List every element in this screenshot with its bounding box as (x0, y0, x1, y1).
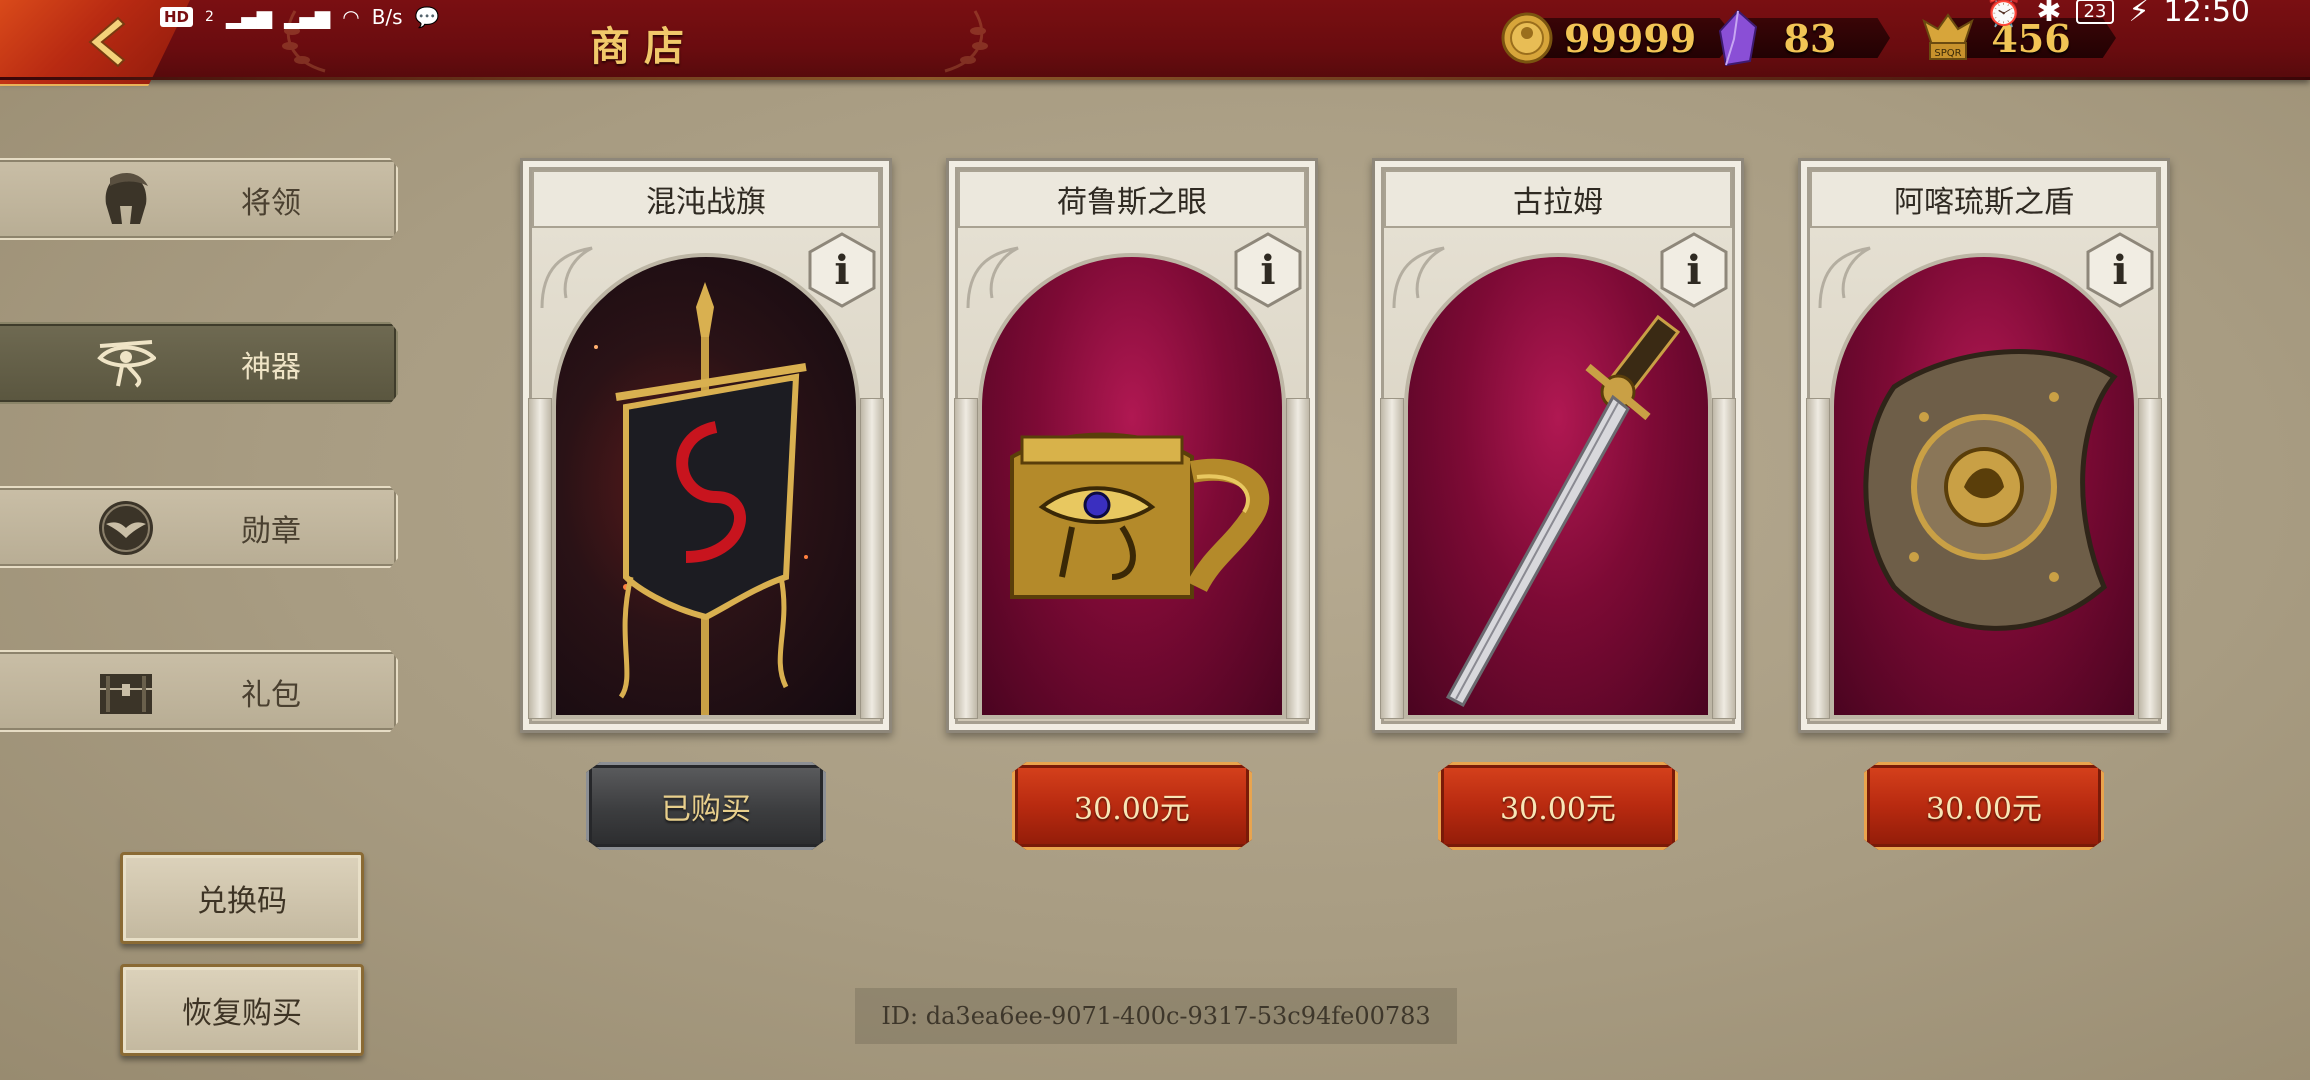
signal-icon: ▂▄▆ (284, 5, 331, 29)
item-card[interactable]: 混沌战旗 i (520, 158, 892, 733)
top-bar: HD 2 ▂▄▆ ▂▄▆ ◠ B/s 💬 商店 99999 83 SPQR 45… (0, 0, 2310, 86)
restore-purchase-button[interactable]: 恢复购买 (120, 964, 364, 1056)
user-id-label: ID: da3ea6ee-9071-400c-9317-53c94fe00783 (855, 988, 1457, 1044)
svg-text:SPQR: SPQR (1934, 48, 1961, 59)
tab-label: 勋章 (241, 514, 301, 549)
gladius-sword-icon (1445, 314, 1681, 708)
battery-indicator: 23 (2075, 0, 2115, 24)
chevron-left-icon (88, 16, 126, 68)
item-image (978, 253, 1286, 719)
buy-button[interactable]: 30.00元 (1864, 762, 2104, 850)
item-card[interactable]: 荷鲁斯之眼 i (946, 158, 1318, 733)
eagle-medal-icon (99, 501, 153, 555)
chaos-banner-icon (594, 282, 808, 715)
signal-icon: ▂▄▆ (225, 5, 273, 29)
info-icon[interactable]: i (1232, 230, 1304, 310)
item-image (1404, 253, 1712, 719)
tab-label: 神器 (241, 350, 301, 385)
eye-of-horus-icon (97, 340, 156, 388)
achilles-shield-icon (1863, 349, 2118, 631)
message-icon: 💬 (414, 5, 440, 29)
charging-icon: ⚡ (2128, 0, 2150, 29)
crystal-amount: 83 (1783, 15, 1837, 61)
purchased-button[interactable]: 已购买 (586, 762, 826, 850)
page-title: 商店 (590, 23, 698, 70)
wifi-icon: ◠ (342, 5, 360, 29)
scroll-ornament-icon (1392, 246, 1445, 309)
status-bar-overlay: HD 2 ▂▄▆ ▂▄▆ ◠ B/s 💬 (160, 0, 440, 34)
clock: 12:50 (2163, 0, 2250, 29)
tab-medals[interactable]: 勋章 (0, 486, 398, 568)
svg-text:i: i (834, 247, 849, 294)
crystal-counter[interactable]: 83 (1716, 9, 1890, 67)
tab-packs[interactable]: 礼包 (0, 650, 398, 732)
item-name: 古拉姆 (1384, 170, 1732, 228)
scroll-ornament-icon (966, 246, 1019, 309)
item-card[interactable]: 阿喀琉斯之盾 i (1798, 158, 2170, 733)
info-icon[interactable]: i (1658, 230, 1730, 310)
item-name: 阿喀琉斯之盾 (1810, 170, 2158, 228)
system-status: ⏰ ✱ 23 ⚡ 12:50 (1985, 0, 2250, 29)
spqr-eagle-icon: SPQR (1922, 13, 1974, 60)
svg-text:i: i (2112, 247, 2127, 294)
item-image (1830, 253, 2138, 719)
crystal-icon (1718, 9, 1758, 67)
hd-badge: HD (160, 7, 194, 27)
gold-amount: 99999 (1564, 15, 1697, 61)
item-name: 荷鲁斯之眼 (958, 170, 1306, 228)
gold-coin-icon (1501, 12, 1553, 64)
bluetooth-icon: ✱ (2036, 0, 2062, 29)
svg-text:i: i (1686, 247, 1701, 294)
tab-label: 礼包 (241, 678, 301, 713)
alarm-icon: ⏰ (1985, 0, 2023, 29)
spartan-helmet-icon (105, 172, 148, 224)
buy-button[interactable]: 30.00元 (1438, 762, 1678, 850)
tab-generals[interactable]: 将领 (0, 158, 398, 240)
treasure-chest-icon (100, 674, 152, 714)
tab-artifacts[interactable]: 神器 (0, 322, 398, 404)
buy-button[interactable]: 30.00元 (1012, 762, 1252, 850)
item-card[interactable]: 古拉姆 i (1372, 158, 1744, 733)
tab-label: 将领 (241, 186, 301, 221)
gold-counter[interactable]: 99999 (1500, 12, 1737, 64)
sim-indicator: 2 (205, 9, 214, 25)
scroll-ornament-icon (540, 246, 593, 309)
redeem-code-button[interactable]: 兑换码 (120, 852, 364, 944)
scroll-ornament-icon (1818, 246, 1871, 309)
info-icon[interactable]: i (2084, 230, 2156, 310)
net-speed: B/s (371, 5, 403, 29)
item-image (552, 253, 860, 719)
svg-text:i: i (1260, 247, 1275, 294)
info-icon[interactable]: i (806, 230, 878, 310)
laurel-icon (944, 10, 988, 73)
item-name: 混沌战旗 (532, 170, 880, 228)
eye-of-horus-artifact-icon (1010, 432, 1270, 599)
